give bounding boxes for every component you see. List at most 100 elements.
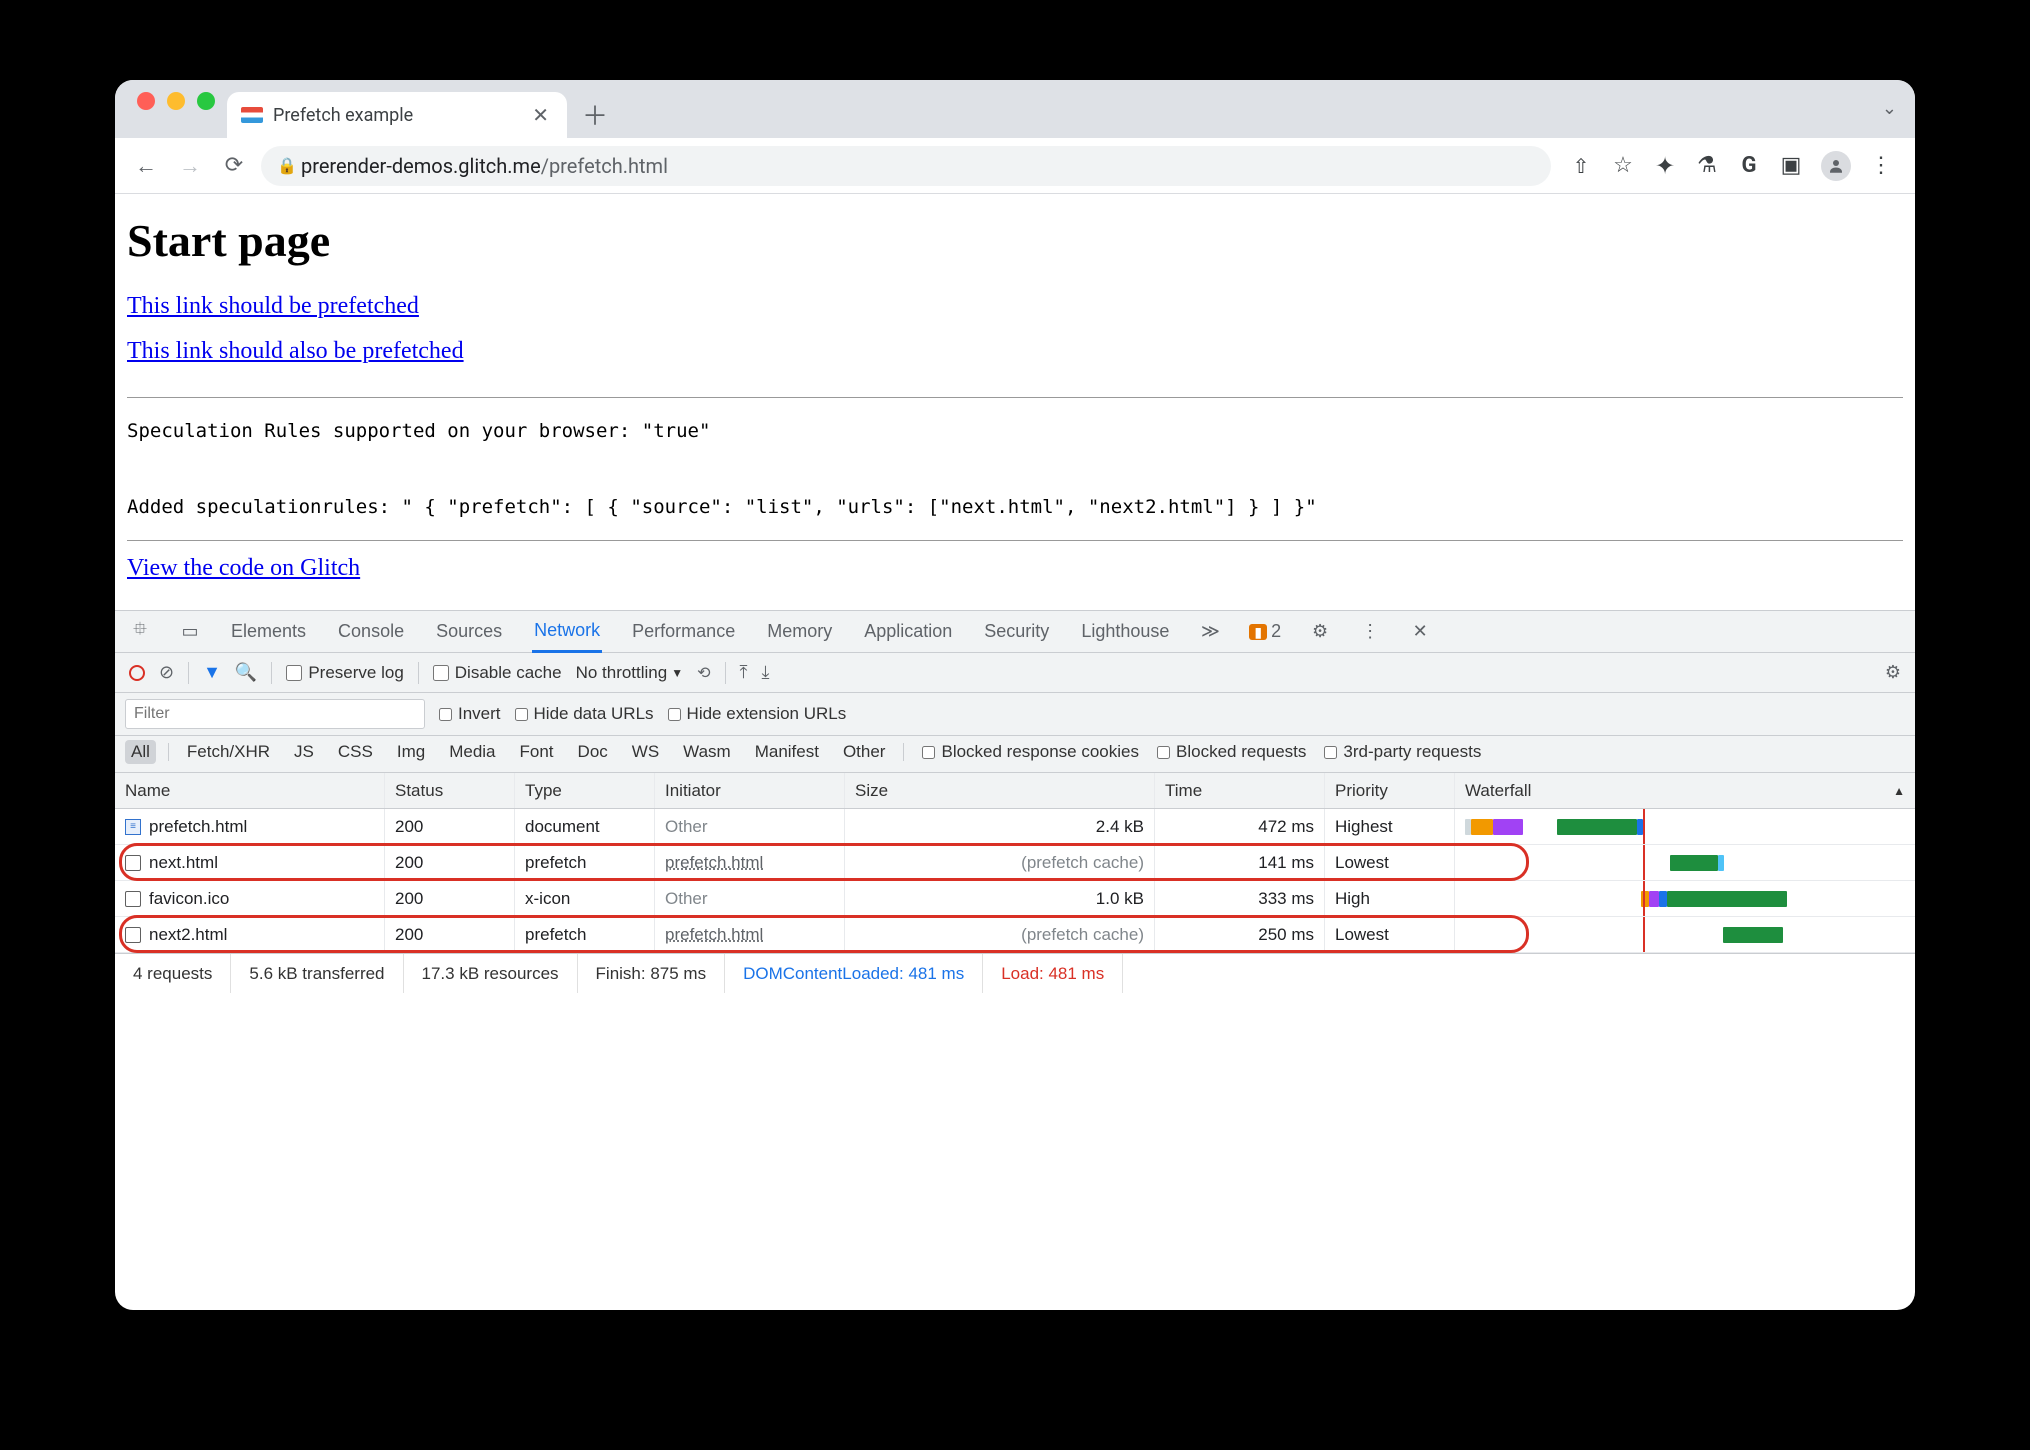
close-devtools-icon[interactable]: ✕ [1409,621,1431,642]
browser-tab[interactable]: Prefetch example ✕ [227,92,567,138]
glitch-link[interactable]: View the code on Glitch [127,555,360,582]
type-media[interactable]: Media [443,740,501,764]
inspect-icon[interactable]: ⯐ [129,617,151,647]
preserve-log-checkbox[interactable]: Preserve log [286,663,403,683]
table-row[interactable]: next2.html200prefetchprefetch.html(prefe… [115,917,1915,953]
devtools-tabs: ⯐ ▭ Elements Console Sources Network Perform… [115,611,1915,653]
type-cell: prefetch [515,917,655,952]
filter-icon[interactable]: ▼ [203,662,221,683]
time-cell: 333 ms [1155,881,1325,916]
search-icon[interactable]: 🔍 [235,662,257,683]
hide-data-urls-checkbox[interactable]: Hide data URLs [515,704,654,724]
table-row[interactable]: next.html200prefetchprefetch.html(prefet… [115,845,1915,881]
record-button[interactable] [129,665,145,681]
google-icon[interactable]: G [1737,154,1761,178]
devtools-panel: ⯐ ▭ Elements Console Sources Network Perform… [115,610,1915,993]
maximize-window-icon[interactable] [197,92,215,110]
devtools-tab-application[interactable]: Application [862,612,954,651]
devtools-tab-sources[interactable]: Sources [434,612,504,651]
prefetch-link-1[interactable]: This link should be prefetched [127,293,419,320]
type-font[interactable]: Font [514,740,560,764]
table-row[interactable]: favicon.ico200x-iconOther1.0 kB333 msHig… [115,881,1915,917]
file-icon [125,927,141,943]
extensions-icon[interactable]: ✦ [1653,154,1677,178]
column-size[interactable]: Size [845,773,1155,808]
devtools-tab-memory[interactable]: Memory [765,612,834,651]
share-icon[interactable]: ⇧ [1569,154,1593,178]
type-manifest[interactable]: Manifest [749,740,825,764]
menu-icon[interactable]: ⋮ [1869,154,1893,178]
device-toggle-icon[interactable]: ▭ [179,621,201,642]
throttling-select[interactable]: No throttling ▼ [576,663,684,683]
upload-har-icon[interactable]: ⤒ [740,662,748,683]
hide-extension-urls-checkbox[interactable]: Hide extension URLs [668,704,847,724]
sidepanel-icon[interactable]: ▣ [1779,154,1803,178]
column-initiator[interactable]: Initiator [655,773,845,808]
type-wasm[interactable]: Wasm [677,740,737,764]
type-ws[interactable]: WS [626,740,665,764]
type-all[interactable]: All [125,740,156,764]
type-doc[interactable]: Doc [572,740,614,764]
back-button[interactable]: ← [129,149,163,183]
reload-button[interactable]: ⟳ [217,149,251,183]
priority-cell: Lowest [1325,917,1455,952]
type-css[interactable]: CSS [332,740,379,764]
column-time[interactable]: Time [1155,773,1325,808]
profile-avatar[interactable] [1821,151,1851,181]
prefetch-link-2[interactable]: This link should also be prefetched [127,338,464,365]
filter-input[interactable] [125,699,425,729]
devtools-tab-performance[interactable]: Performance [630,612,737,651]
network-conditions-icon[interactable]: ⟲ [697,663,710,683]
more-tabs-icon[interactable]: ≫ [1199,621,1221,642]
request-name: next2.html [149,925,227,945]
clear-icon[interactable]: ⊘ [159,662,174,683]
third-party-checkbox[interactable]: 3rd-party requests [1324,742,1481,762]
devtools-tab-console[interactable]: Console [336,612,406,651]
issues-badge[interactable]: ▮2 [1249,621,1281,642]
summary-requests: 4 requests [115,954,231,993]
kebab-icon[interactable]: ⋮ [1359,621,1381,642]
disable-cache-checkbox[interactable]: Disable cache [433,663,562,683]
column-type[interactable]: Type [515,773,655,808]
column-name[interactable]: Name [115,773,385,808]
type-js[interactable]: JS [288,740,320,764]
new-tab-button[interactable]: ＋ [575,94,615,134]
summary-dcl: DOMContentLoaded: 481 ms [725,954,983,993]
status-cell: 200 [385,845,515,880]
close-tab-icon[interactable]: ✕ [528,103,553,127]
blocked-requests-checkbox[interactable]: Blocked requests [1157,742,1306,762]
download-har-icon[interactable]: ⤓ [762,662,770,683]
network-settings-icon[interactable]: ⚙ [1885,662,1901,683]
devtools-tab-network[interactable]: Network [532,611,602,653]
devtools-tab-security[interactable]: Security [982,612,1051,651]
blocked-cookies-checkbox[interactable]: Blocked response cookies [922,742,1139,762]
tabs-menu-icon[interactable]: ⌄ [1882,98,1897,119]
column-priority[interactable]: Priority [1325,773,1455,808]
settings-icon[interactable]: ⚙ [1309,621,1331,642]
initiator-cell[interactable]: prefetch.html [655,845,845,880]
tab-strip: Prefetch example ✕ ＋ ⌄ [115,80,1915,138]
priority-cell: Highest [1325,809,1455,844]
initiator-cell[interactable]: prefetch.html [655,917,845,952]
type-fetchxhr[interactable]: Fetch/XHR [181,740,276,764]
minimize-window-icon[interactable] [167,92,185,110]
table-row[interactable]: ≡prefetch.html200documentOther2.4 kB472 … [115,809,1915,845]
address-bar[interactable]: 🔒 prerender-demos.glitch.me/prefetch.htm… [261,146,1551,186]
devtools-tab-lighthouse[interactable]: Lighthouse [1079,612,1171,651]
close-window-icon[interactable] [137,92,155,110]
forward-button[interactable]: → [173,149,207,183]
table-header: NameStatusTypeInitiatorSizeTimePriorityW… [115,773,1915,809]
column-waterfall[interactable]: Waterfall▲ [1455,773,1915,808]
network-table: NameStatusTypeInitiatorSizeTimePriorityW… [115,773,1915,993]
favicon-icon [241,107,263,123]
type-other[interactable]: Other [837,740,892,764]
time-cell: 472 ms [1155,809,1325,844]
column-status[interactable]: Status [385,773,515,808]
bookmark-icon[interactable]: ☆ [1611,154,1635,178]
type-img[interactable]: Img [391,740,431,764]
invert-checkbox[interactable]: Invert [439,704,501,724]
devtools-tab-elements[interactable]: Elements [229,612,308,651]
summary-finish: Finish: 875 ms [578,954,726,993]
labs-icon[interactable]: ⚗ [1695,154,1719,178]
size-cell: 2.4 kB [845,809,1155,844]
